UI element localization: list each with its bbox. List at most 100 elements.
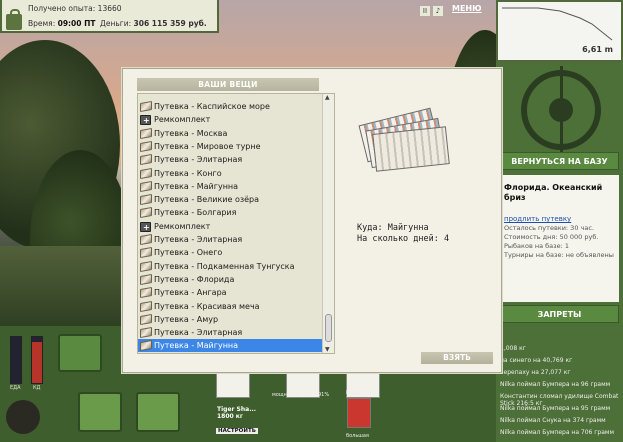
inventory-item-label: Путевка - Мировое турне (154, 141, 261, 151)
inventory-item-label: Ремкомплект (154, 221, 211, 231)
depth-chart: 6,61 m (496, 0, 623, 62)
log-line: черепаху на 27,077 кг (500, 369, 571, 376)
location-title: Флорида. Океанский бриз (504, 183, 603, 202)
bait-item-icon[interactable] (347, 398, 371, 428)
health-gauge (31, 336, 43, 384)
inventory-item[interactable]: Ремкомплект (138, 113, 322, 127)
log-line: Nilka поймал Бумпера на 95 грамм (500, 405, 611, 412)
bans-button[interactable]: ЗАПРЕТЫ (500, 305, 619, 323)
rod-weight: 1800 кг (217, 413, 243, 420)
scroll-up-icon[interactable]: ▲ (325, 94, 330, 101)
inventory-item[interactable]: Путевка - Ангара (138, 286, 322, 299)
inventory-item[interactable]: Путевка - Мировое турне (138, 140, 322, 153)
time-value: 09:00 ПТ (57, 19, 96, 28)
ticket-icon (140, 300, 152, 312)
catch-log: 1,008 кг на синего на 40,769 кг черепаху… (496, 345, 623, 441)
ship-wheel-icon (521, 66, 601, 154)
inventory-item-label: Путевка - Болгария (154, 208, 237, 218)
inventory-item-label: Путевка - Онего (154, 248, 223, 258)
repair-kit-icon (140, 221, 151, 234)
reel-name: Power Pro (346, 390, 371, 396)
detail-days: На сколько дней: 4 (357, 234, 450, 244)
ticket-icon (140, 100, 152, 113)
log-line: Nilka поймал Снука на 374 грамм (500, 417, 606, 424)
depth-value: 6,61 m (582, 45, 613, 54)
inventory-item[interactable]: Путевка - Онего (138, 246, 322, 259)
inventory-item[interactable]: Путевка - Майгунна (138, 180, 322, 193)
time-label: Время: (28, 19, 56, 28)
bait-size-label: большая (346, 433, 369, 439)
sound-icon[interactable]: ♪ (433, 6, 443, 16)
inventory-item[interactable]: Путевка - Флорида (138, 273, 322, 286)
inventory-item[interactable]: Путевка - Москва (138, 127, 322, 140)
inventory-item[interactable]: Путевка - Великие озёра (138, 193, 322, 206)
cauldron-icon[interactable] (6, 400, 40, 434)
inventory-item-label: Путевка - Элитарная (154, 235, 243, 244)
inventory-item[interactable]: Путевка - Элитарная (138, 233, 322, 246)
inventory-item[interactable]: Путевка - Элитарная (138, 153, 322, 166)
top-icons: II ♪ (420, 6, 446, 16)
inventory-item-label: Путевка - Конго (154, 168, 222, 178)
inventory-item-label: Путевка - Элитарная (154, 328, 243, 338)
inventory-item-label: Ремкомплект (154, 115, 211, 125)
ticket-icon (140, 313, 152, 325)
wheel-spoke (560, 66, 563, 154)
menu-button[interactable]: МЕНЮ (452, 4, 482, 13)
ticket-icon (140, 260, 152, 272)
item-details: Куда: Майгунна На сколько дней: 4 (357, 223, 449, 245)
rod-slot[interactable] (216, 370, 250, 398)
ticket-icon (140, 180, 152, 192)
inventory-item[interactable]: Путевка - Каспийское море (138, 100, 322, 113)
inventory-item[interactable]: Путевка - Майгунна (138, 339, 322, 353)
inventory-dialog: ВАШИ ВЕЩИ Путевка - Каспийское море Ремко… (122, 68, 502, 373)
inventory-item[interactable]: Путевка - Конго (138, 167, 322, 180)
inventory-tab[interactable]: ВАШИ ВЕЩИ (137, 78, 319, 91)
inventory-item[interactable]: Ремкомплект (138, 220, 322, 234)
food-gauge (10, 336, 22, 384)
list-scrollbar[interactable]: ▲ ▼ (322, 94, 334, 353)
inventory-item[interactable]: Путевка - Амур (138, 313, 322, 326)
inventory-item-label: Путевка - Москва (154, 128, 228, 138)
repair-kit-icon (140, 114, 151, 127)
scroll-down-icon[interactable]: ▼ (325, 346, 330, 353)
ticket-icon (140, 207, 152, 219)
ticket-icon (140, 340, 152, 352)
inventory-item[interactable]: Путевка - Красивая меча (138, 300, 322, 313)
money-display: Деньги: 306 115 359 руб. (100, 19, 207, 28)
player-info-panel: Получено опыта: 13660 Время: 09:00 ПТ Де… (0, 0, 219, 33)
inventory-item[interactable]: Путевка - Элитарная (138, 326, 322, 339)
ticket-preview-image (356, 106, 450, 172)
scroll-thumb[interactable] (325, 314, 332, 342)
inventory-chest-icon[interactable] (78, 392, 122, 432)
log-line: 1,008 кг (500, 345, 526, 352)
ticket-icon (140, 140, 152, 152)
log-line: на синего на 40,769 кг (500, 357, 573, 364)
inventory-item-label: Путевка - Подкаменная Тунгуска (154, 261, 295, 271)
inventory-item-label: Путевка - Амур (154, 314, 219, 324)
money-value: 306 115 359 руб. (133, 19, 207, 28)
rod-name: Tiger Sha... (217, 406, 257, 413)
location-panel: Флорида. Океанский бриз продлить путевку… (500, 175, 619, 302)
inventory-item[interactable]: Путевка - Болгария (138, 206, 322, 219)
inventory-item-label: Путевка - Элитарная (154, 155, 243, 165)
log-line: Константин сломал удилище Combat Stick 2… (500, 393, 619, 407)
ticket-paper (372, 126, 450, 172)
time-display: Время: 09:00 ПТ (28, 19, 96, 28)
tackle-box-icon[interactable] (58, 334, 102, 372)
take-button[interactable]: ВЗЯТЬ (421, 352, 493, 364)
return-to-base-button[interactable]: ВЕРНУТЬСЯ НА БАЗУ (500, 152, 619, 170)
inventory-item-label: Путевка - Великие озёра (154, 195, 260, 205)
fishers-count: Рыбаков на базе: 1 (504, 242, 569, 250)
inventory-item-label: Путевка - Каспийское море (154, 102, 270, 111)
power-label: мощн.: 180 (272, 392, 302, 398)
pause-icon[interactable]: II (420, 6, 430, 16)
ticket-icon (140, 287, 152, 299)
extend-ticket-link[interactable]: продлить путевку (504, 215, 615, 223)
money-label: Деньги: (100, 19, 132, 28)
inventory-item[interactable]: Путевка - Подкаменная Тунгуска (138, 260, 322, 273)
ticket-icon (140, 247, 152, 259)
lock-icon[interactable] (6, 9, 22, 30)
bucket-icon[interactable] (136, 392, 180, 432)
setup-button[interactable]: НАСТРОИТЬ (216, 428, 258, 434)
inventory-item-label: Путевка - Флорида (154, 274, 235, 284)
